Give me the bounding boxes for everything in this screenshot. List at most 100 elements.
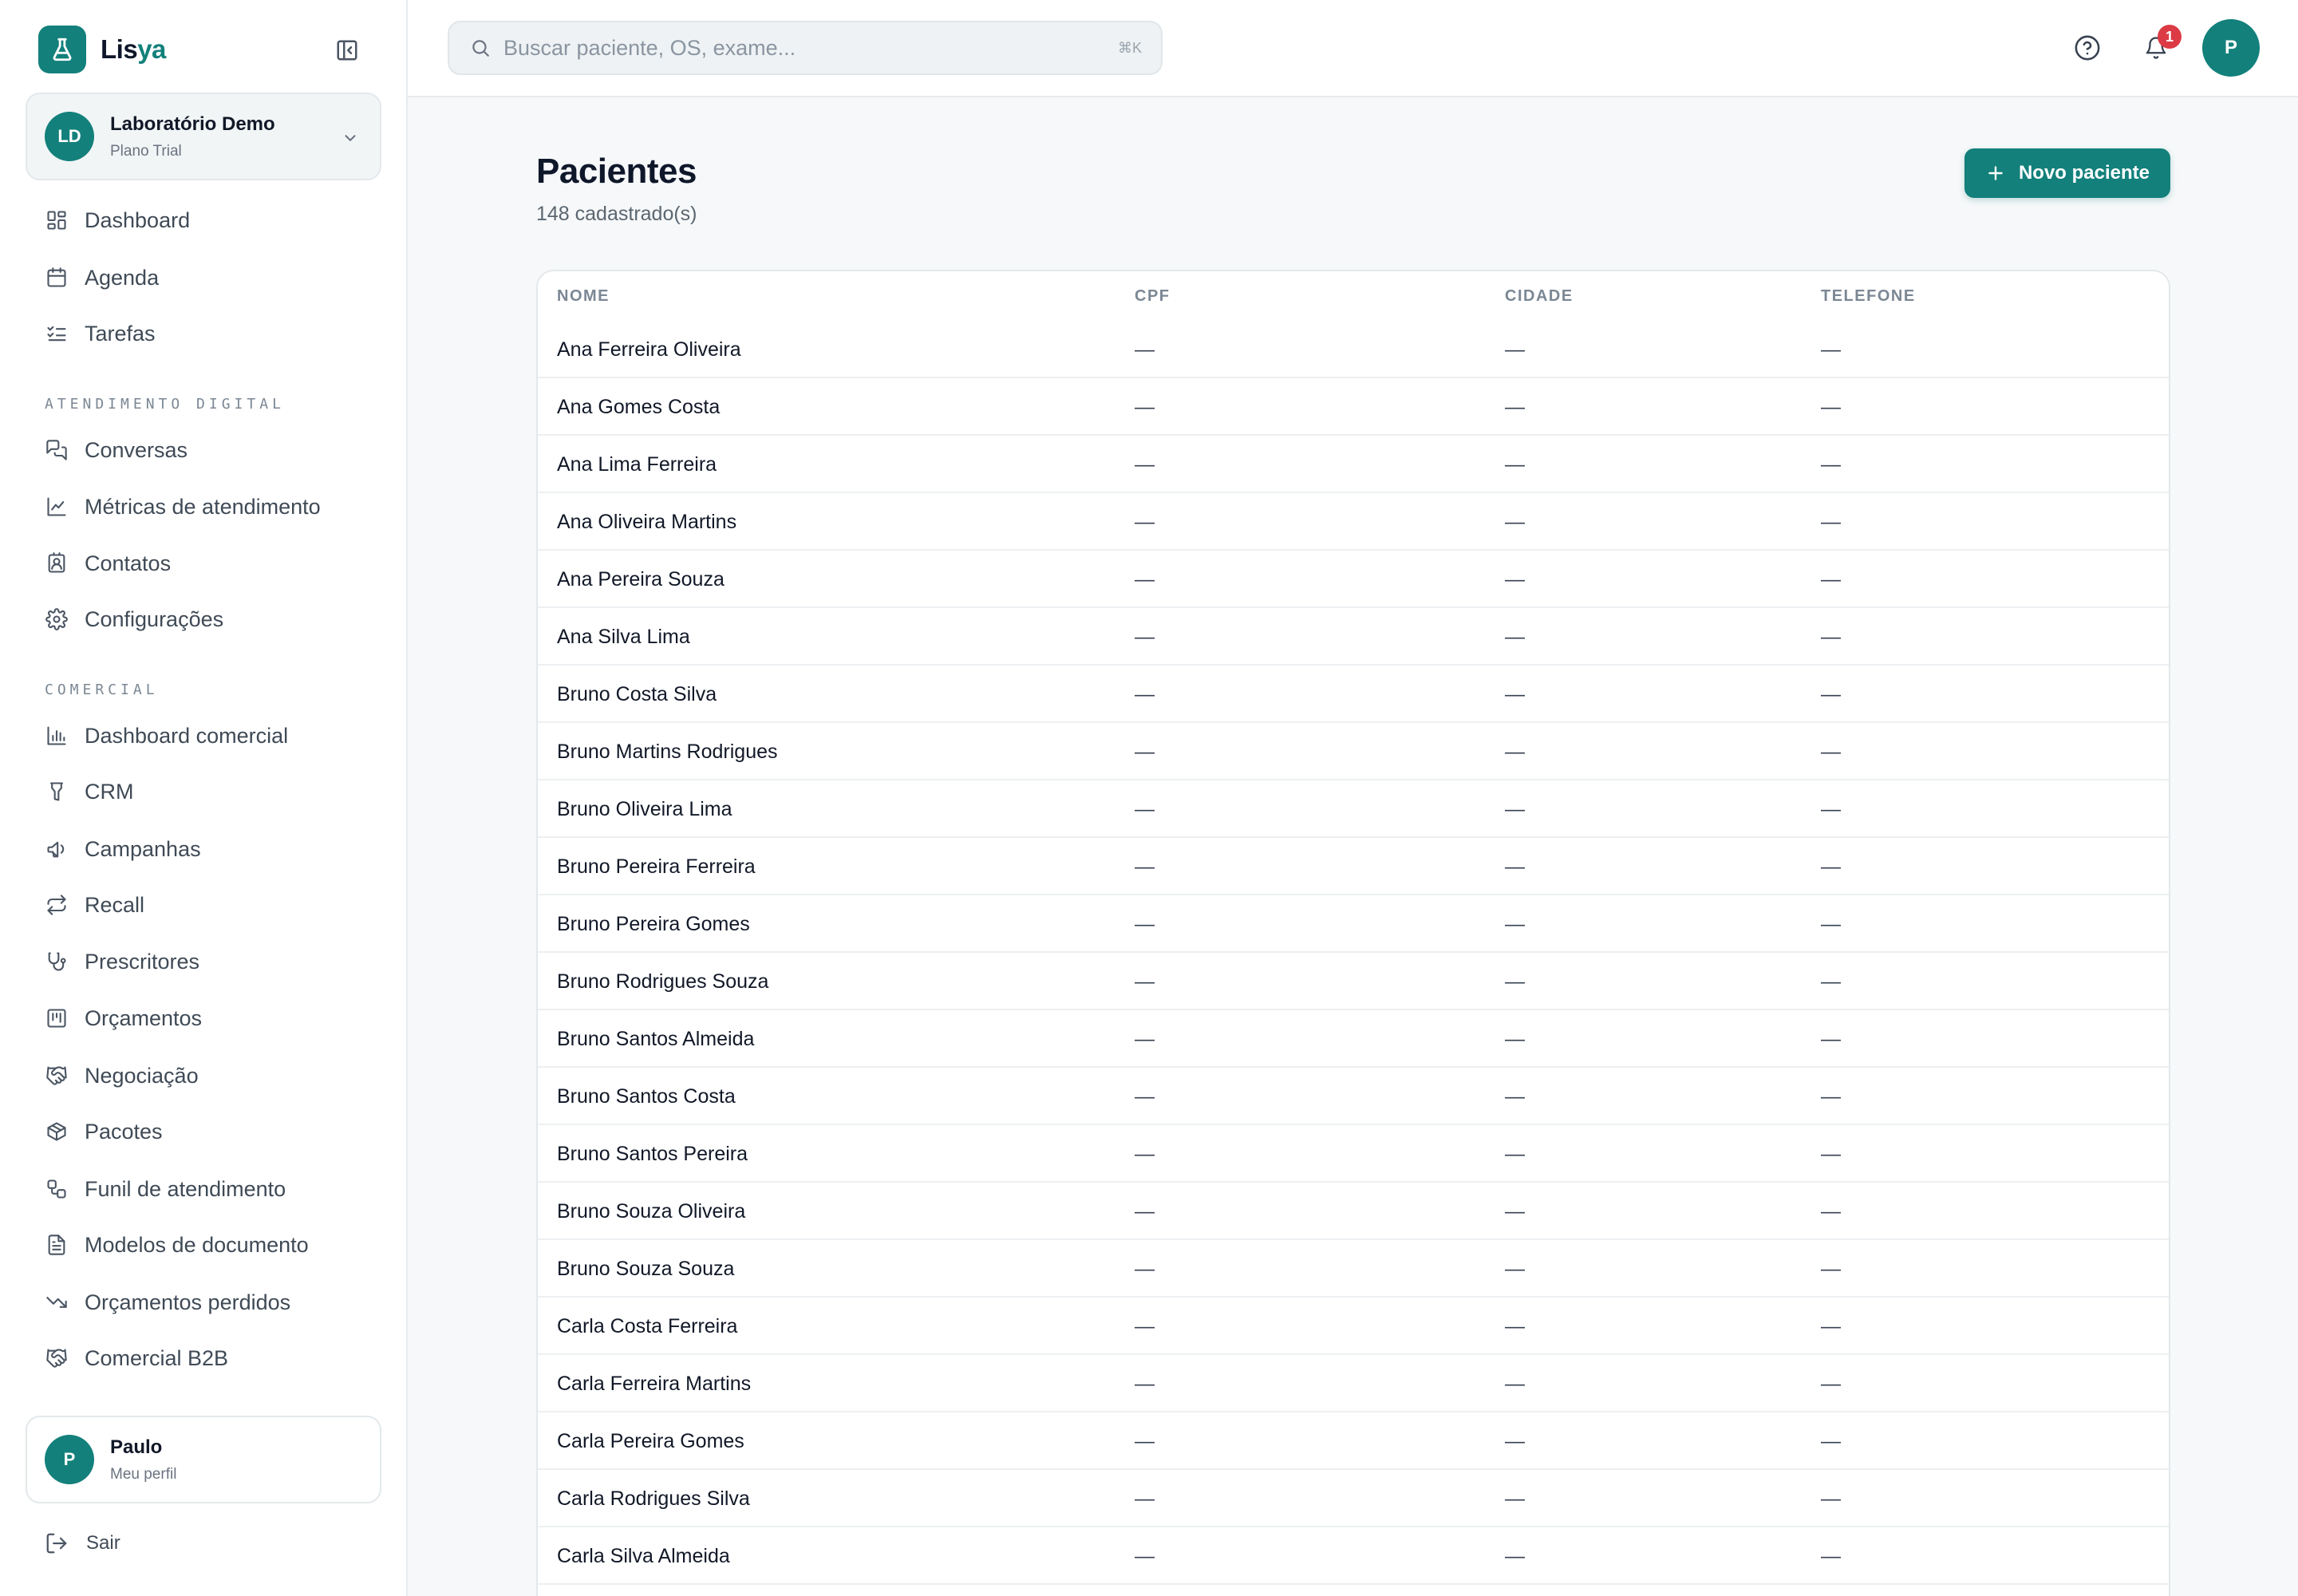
new-patient-label: Novo paciente — [2018, 162, 2150, 184]
logout-button[interactable]: Sair — [45, 1526, 120, 1561]
new-patient-button[interactable]: Novo paciente — [1964, 148, 2170, 198]
sidebar-item-label: Negociação — [85, 1063, 199, 1088]
patient-cpf: — — [1135, 396, 1155, 418]
patient-cpf: — — [1135, 1430, 1155, 1452]
nav-section-title: ATENDIMENTO DIGITAL — [45, 396, 285, 413]
patient-name: Bruno Martins Rodrigues — [557, 741, 778, 763]
sidebar-item-modelos[interactable]: Modelos de documento — [45, 1227, 380, 1263]
sidebar-item-dashboard-comercial[interactable]: Dashboard comercial — [45, 717, 380, 754]
patient-name: Bruno Souza Souza — [557, 1258, 735, 1280]
table-row[interactable]: Bruno Costa Silva — — — — [538, 666, 2169, 723]
table-row[interactable]: Carla Ferreira Martins — — — — [538, 1355, 2169, 1412]
patient-name: Carla Ferreira Martins — [557, 1373, 752, 1395]
sidebar-item-contatos[interactable]: Contatos — [45, 545, 380, 582]
sidebar-item-prescritores[interactable]: Prescritores — [45, 943, 380, 980]
table-row[interactable]: Ana Gomes Costa — — — — [538, 378, 2169, 436]
patient-phone: — — [1821, 1430, 1841, 1452]
patient-phone: — — [1821, 511, 1841, 533]
sidebar-item-label: Agenda — [85, 265, 160, 290]
line-chart-icon — [45, 495, 69, 519]
table-row[interactable]: Carla Costa Ferreira — — — — [538, 1298, 2169, 1355]
patient-city: — — [1505, 1315, 1525, 1337]
table-row[interactable]: Carla Silva Almeida — — — — [538, 1527, 2169, 1585]
table-row[interactable]: Bruno Santos Costa — — — — [538, 1068, 2169, 1125]
sidebar-item-dashboard[interactable]: Dashboard — [45, 202, 380, 239]
sidebar-item-campanhas[interactable]: Campanhas — [45, 831, 380, 867]
layout-grid-icon — [45, 208, 69, 232]
sidebar-item-metricas[interactable]: Métricas de atendimento — [45, 488, 380, 525]
patient-city: — — [1505, 741, 1525, 763]
table-row[interactable]: Bruno Pereira Gomes — — — — [538, 895, 2169, 953]
sidebar-item-label: Orçamentos perdidos — [85, 1290, 291, 1314]
patient-cpf: — — [1135, 1200, 1155, 1223]
table-row[interactable]: Carla Pereira Gomes — — — — [538, 1412, 2169, 1470]
patient-cpf: — — [1135, 855, 1155, 878]
table-row[interactable]: Bruno Santos Almeida — — — — [538, 1010, 2169, 1068]
table-row[interactable]: Ana Silva Lima — — — — [538, 608, 2169, 666]
patient-name: Ana Pereira Souza — [557, 568, 725, 591]
table-row[interactable]: Bruno Souza Souza — — — — [538, 1240, 2169, 1298]
help-circle-icon — [2074, 34, 2101, 61]
patient-city: — — [1505, 1487, 1525, 1510]
patient-cpf: — — [1135, 1315, 1155, 1337]
patient-name: Ana Silva Lima — [557, 626, 690, 648]
sidebar-item-label: Pacotes — [85, 1119, 163, 1144]
sidebar: Lisya LD Laboratório Demo Plano Trial Da… — [0, 0, 408, 1596]
table-row[interactable]: Bruno Pereira Ferreira — — — — [538, 838, 2169, 895]
user-avatar-button[interactable]: P — [2202, 19, 2260, 77]
sidebar-item-negociacao[interactable]: Negociação — [45, 1057, 380, 1094]
sidebar-item-pacotes[interactable]: Pacotes — [45, 1113, 380, 1150]
table-header: NOME CPF CIDADE TELEFONE — [538, 271, 2169, 321]
patient-name: Bruno Souza Oliveira — [557, 1200, 746, 1223]
brand[interactable]: Lisya — [38, 26, 166, 73]
patient-city: — — [1505, 568, 1525, 591]
table-row[interactable]: Bruno Martins Rodrigues — — — — [538, 723, 2169, 780]
patient-cpf: — — [1135, 1028, 1155, 1050]
sidebar-item-comercial-b2b[interactable]: Comercial B2B — [45, 1340, 380, 1377]
user-profile-card[interactable]: P Paulo Meu perfil — [26, 1416, 381, 1503]
top-bar: ⌘K — [408, 0, 2298, 97]
search-bar[interactable]: ⌘K — [448, 21, 1163, 75]
search-input[interactable] — [503, 35, 1094, 61]
table-row[interactable]: Ana Lima Ferreira — — — — [538, 436, 2169, 493]
contact-icon — [45, 551, 69, 575]
table-row[interactable]: Bruno Rodrigues Souza — — — — [538, 953, 2169, 1010]
sidebar-item-funil[interactable]: Funil de atendimento — [45, 1171, 380, 1207]
table-row[interactable]: Bruno Souza Oliveira — — — — [538, 1183, 2169, 1240]
sidebar-item-configuracoes[interactable]: Configurações — [45, 601, 380, 638]
patient-name: Bruno Costa Silva — [557, 683, 717, 705]
column-header-telefone[interactable]: TELEFONE — [1821, 287, 1916, 306]
table-row[interactable]: Ana Pereira Souza — — — — [538, 551, 2169, 608]
table-row[interactable]: Bruno Santos Pereira — — — — [538, 1125, 2169, 1183]
patient-phone: — — [1821, 1085, 1841, 1108]
patient-city: — — [1505, 1373, 1525, 1395]
patients-table: NOME CPF CIDADE TELEFONE Ana Ferreira Ol… — [536, 270, 2170, 1596]
sidebar-item-crm[interactable]: CRM — [45, 773, 380, 810]
column-header-cidade[interactable]: CIDADE — [1505, 287, 1573, 306]
sidebar-item-orcamentos[interactable]: Orçamentos — [45, 1000, 380, 1037]
sidebar-item-orcamentos-perdidos[interactable]: Orçamentos perdidos — [45, 1284, 380, 1321]
org-avatar: LD — [45, 112, 94, 161]
sidebar-item-agenda[interactable]: Agenda — [45, 259, 380, 296]
table-row[interactable]: Ana Ferreira Oliveira — — — — [538, 321, 2169, 378]
table-row[interactable]: Ana Oliveira Martins — — — — [538, 493, 2169, 551]
column-header-nome[interactable]: NOME — [557, 287, 610, 306]
sidebar-item-label: Configurações — [85, 606, 224, 631]
table-row[interactable]: Bruno Oliveira Lima — — — — [538, 780, 2169, 838]
patient-name: Bruno Oliveira Lima — [557, 798, 732, 820]
collapse-sidebar-icon[interactable] — [334, 37, 361, 64]
patient-cpf: — — [1135, 1085, 1155, 1108]
sidebar-item-tarefas[interactable]: Tarefas — [45, 315, 380, 352]
sidebar-item-conversas[interactable]: Conversas — [45, 432, 380, 468]
patient-phone: — — [1821, 1487, 1841, 1510]
stethoscope-icon — [45, 950, 69, 974]
help-button[interactable] — [2068, 29, 2106, 67]
column-header-cpf[interactable]: CPF — [1135, 287, 1171, 306]
trending-down-icon — [45, 1290, 69, 1314]
org-switcher[interactable]: LD Laboratório Demo Plano Trial — [26, 93, 381, 180]
sidebar-item-recall[interactable]: Recall — [45, 887, 380, 923]
patient-phone: — — [1821, 1028, 1841, 1050]
table-row[interactable]: Carla Rodrigues Silva — — — — [538, 1470, 2169, 1527]
sidebar-item-label: Prescritores — [85, 949, 200, 974]
org-name: Laboratório Demo — [110, 113, 275, 135]
